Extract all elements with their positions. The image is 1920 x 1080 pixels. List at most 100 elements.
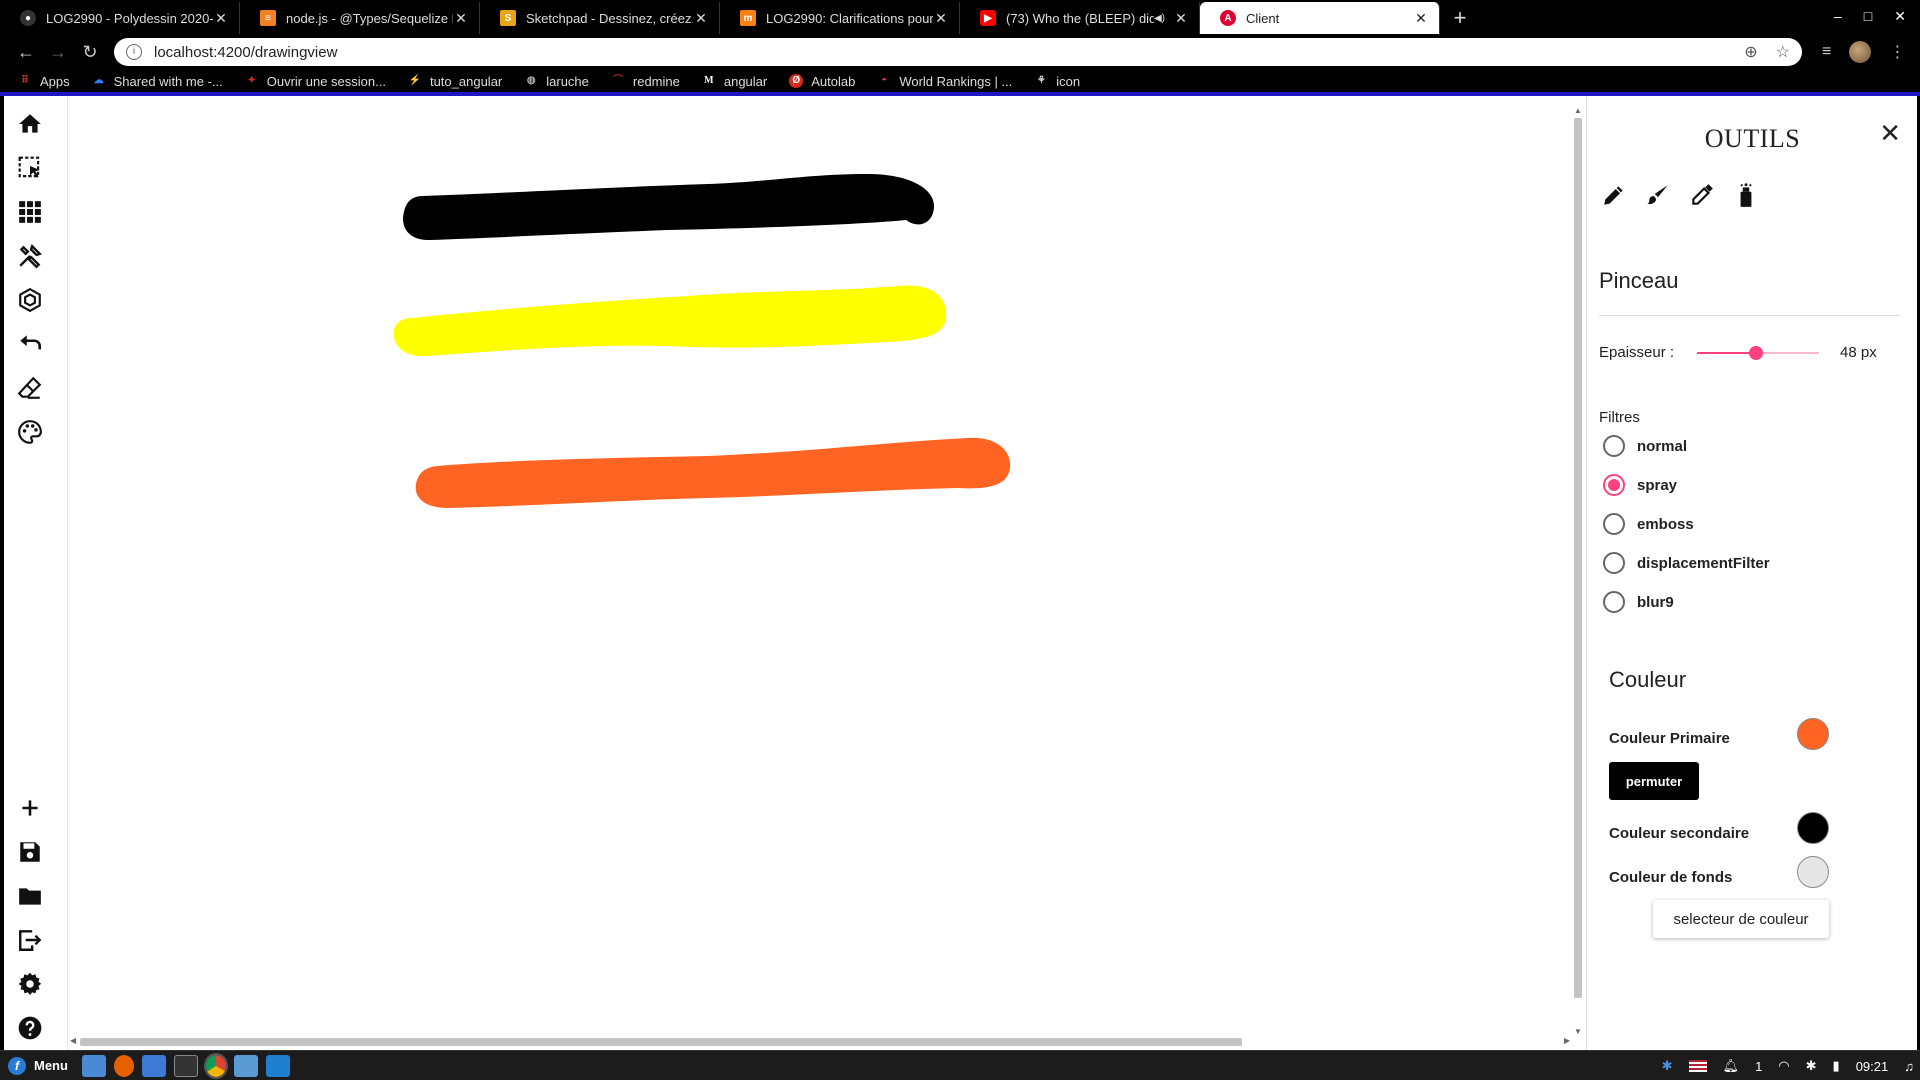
bluetooth-tray-icon[interactable]: ✱	[1806, 1058, 1817, 1074]
site-info-icon[interactable]: i	[126, 44, 142, 60]
filter-option-normal[interactable]: normal	[1603, 435, 1687, 457]
music-icon[interactable]: ♫	[1904, 1059, 1914, 1074]
tools-icon[interactable]	[14, 240, 46, 272]
bookmark-item[interactable]: ⚡ tuto_angular	[408, 74, 503, 89]
settings-icon[interactable]	[14, 968, 46, 1000]
tab-close-icon[interactable]: ✕	[933, 10, 949, 27]
primary-color-swatch[interactable]	[1797, 718, 1829, 750]
us-flag-icon[interactable]	[1688, 1060, 1707, 1072]
export-icon[interactable]	[14, 924, 46, 956]
bookmark-star-icon[interactable]: ☆	[1776, 42, 1790, 62]
slider-knob[interactable]	[1748, 346, 1763, 360]
bookmark-apps[interactable]: ⠿ Apps	[18, 74, 69, 89]
color-picker-button[interactable]: selecteur de couleur	[1653, 900, 1829, 938]
media-queue-icon[interactable]: ≡	[1822, 43, 1831, 61]
background-color-swatch[interactable]	[1797, 856, 1829, 888]
vertical-scrollbar[interactable]: ▲ ▼	[1572, 106, 1584, 1036]
scroll-down-icon[interactable]: ▼	[1572, 1027, 1584, 1036]
vscode-icon[interactable]	[265, 1054, 290, 1077]
mail-icon[interactable]	[141, 1054, 166, 1077]
minimize-icon[interactable]: –	[1834, 8, 1842, 25]
terminal-icon[interactable]	[173, 1054, 198, 1077]
add-icon[interactable]	[14, 792, 46, 824]
radio-button-checked[interactable]	[1603, 474, 1625, 496]
brush-icon[interactable]	[1645, 182, 1671, 208]
bookmark-item[interactable]: ✦ Ouvrir une session...	[245, 74, 386, 89]
tab-close-icon[interactable]: ✕	[453, 10, 469, 27]
address-bar[interactable]: i localhost:4200/drawingview ⊕ ☆	[114, 38, 1802, 66]
close-window-icon[interactable]: ✕	[1894, 8, 1906, 25]
spray-icon[interactable]	[1733, 182, 1759, 208]
bookmark-item[interactable]: ◓ World Rankings | ...	[877, 74, 1012, 89]
pencil-icon[interactable]	[1601, 182, 1627, 208]
files-icon[interactable]	[81, 1054, 106, 1077]
battery-icon[interactable]: ▮	[1833, 1058, 1840, 1074]
tab-close-icon[interactable]: ✕	[213, 10, 229, 27]
secondary-color-swatch[interactable]	[1797, 812, 1829, 844]
url-text[interactable]: localhost:4200/drawingview	[154, 44, 1744, 61]
radio-button[interactable]	[1603, 513, 1625, 535]
scroll-left-icon[interactable]: ◀	[70, 1034, 76, 1048]
profile-avatar[interactable]	[1849, 41, 1872, 63]
bluetooth-icon[interactable]: ✱	[1662, 1058, 1673, 1074]
tab-close-icon[interactable]: ✕	[693, 10, 709, 27]
scroll-right-icon[interactable]: ▶	[1564, 1034, 1570, 1048]
tab-close-icon[interactable]: ✕	[1173, 10, 1189, 27]
reload-icon[interactable]: ↻	[74, 42, 106, 63]
select-icon[interactable]	[14, 152, 46, 184]
browser-menu-icon[interactable]: ⋮	[1889, 42, 1905, 62]
firefox-icon[interactable]	[113, 1054, 134, 1077]
save-icon[interactable]	[14, 836, 46, 868]
browser-tab[interactable]: ▶ (73) Who the (BLEEP) did I ◀) ✕	[960, 2, 1200, 34]
browser-tab[interactable]: S Sketchpad - Dessinez, créez, pa ✕	[480, 2, 720, 34]
polygon-icon[interactable]	[14, 284, 46, 316]
orange-stroke[interactable]	[415, 437, 1011, 508]
undo-icon[interactable]	[14, 328, 46, 360]
bookmark-item[interactable]: M angular	[702, 74, 767, 89]
wifi-icon[interactable]: ◠	[1778, 1058, 1789, 1074]
folder-icon[interactable]	[14, 880, 46, 912]
browser-tab[interactable]: ≡ node.js - @Types/Sequelize Err ✕	[240, 2, 480, 34]
browser-tab-active[interactable]: A Client ✕	[1200, 2, 1440, 34]
radio-button[interactable]	[1603, 435, 1625, 457]
new-tab-button[interactable]: +	[1440, 2, 1480, 34]
grid-icon[interactable]	[14, 196, 46, 228]
yellow-stroke[interactable]	[393, 285, 947, 357]
filter-option-displacement[interactable]: displacementFilter	[1603, 552, 1770, 574]
bookmark-item[interactable]: ⚘ icon	[1034, 74, 1080, 89]
filter-option-blur9[interactable]: blur9	[1603, 591, 1674, 613]
drawing-canvas[interactable]	[68, 96, 1572, 1040]
thickness-slider[interactable]	[1697, 346, 1819, 360]
back-icon[interactable]: ←	[10, 42, 42, 63]
browser-tab[interactable]: ● LOG2990 - Polydessin 2020-1 v ✕	[0, 2, 240, 34]
notifications-icon[interactable]: 🔔︎	[1723, 1058, 1740, 1074]
swap-colors-button[interactable]: permuter	[1609, 762, 1699, 800]
help-icon[interactable]	[14, 1012, 46, 1044]
palette-icon[interactable]	[14, 416, 46, 448]
radio-button[interactable]	[1603, 552, 1625, 574]
eraser-icon[interactable]	[14, 372, 46, 404]
tab-close-icon[interactable]: ✕	[1413, 10, 1429, 27]
horizontal-scrollbar[interactable]: ◀ ▶	[68, 1034, 1572, 1048]
radio-button[interactable]	[1603, 591, 1625, 613]
speaker-icon[interactable]: ◀)	[1154, 13, 1165, 24]
chrome-icon[interactable]	[203, 1052, 228, 1079]
forward-icon[interactable]: →	[42, 42, 74, 63]
bookmark-item[interactable]: ☁ Shared with me -...	[92, 74, 223, 89]
start-menu-button[interactable]: f Menu	[0, 1056, 78, 1075]
bookmark-item[interactable]: Ø Autolab	[789, 74, 855, 89]
home-icon[interactable]	[14, 108, 46, 140]
filter-option-spray[interactable]: spray	[1603, 474, 1677, 496]
bookmark-item[interactable]: ◍ laruche	[524, 74, 589, 89]
maximize-icon[interactable]: □	[1864, 8, 1872, 25]
scrollbar-thumb[interactable]	[80, 1038, 1242, 1046]
pipette-icon[interactable]	[1689, 182, 1715, 208]
bookmark-item[interactable]: ⌒ redmine	[611, 74, 680, 89]
black-stroke[interactable]	[403, 174, 935, 241]
filter-option-emboss[interactable]: emboss	[1603, 513, 1694, 535]
close-icon[interactable]: ✕	[1879, 118, 1901, 149]
browser-tab[interactable]: m LOG2990: Clarifications pour le ✕	[720, 2, 960, 34]
scrollbar-thumb[interactable]	[1574, 118, 1582, 998]
zoom-icon[interactable]: ⊕	[1744, 42, 1757, 62]
folder-app-icon[interactable]	[233, 1054, 258, 1077]
